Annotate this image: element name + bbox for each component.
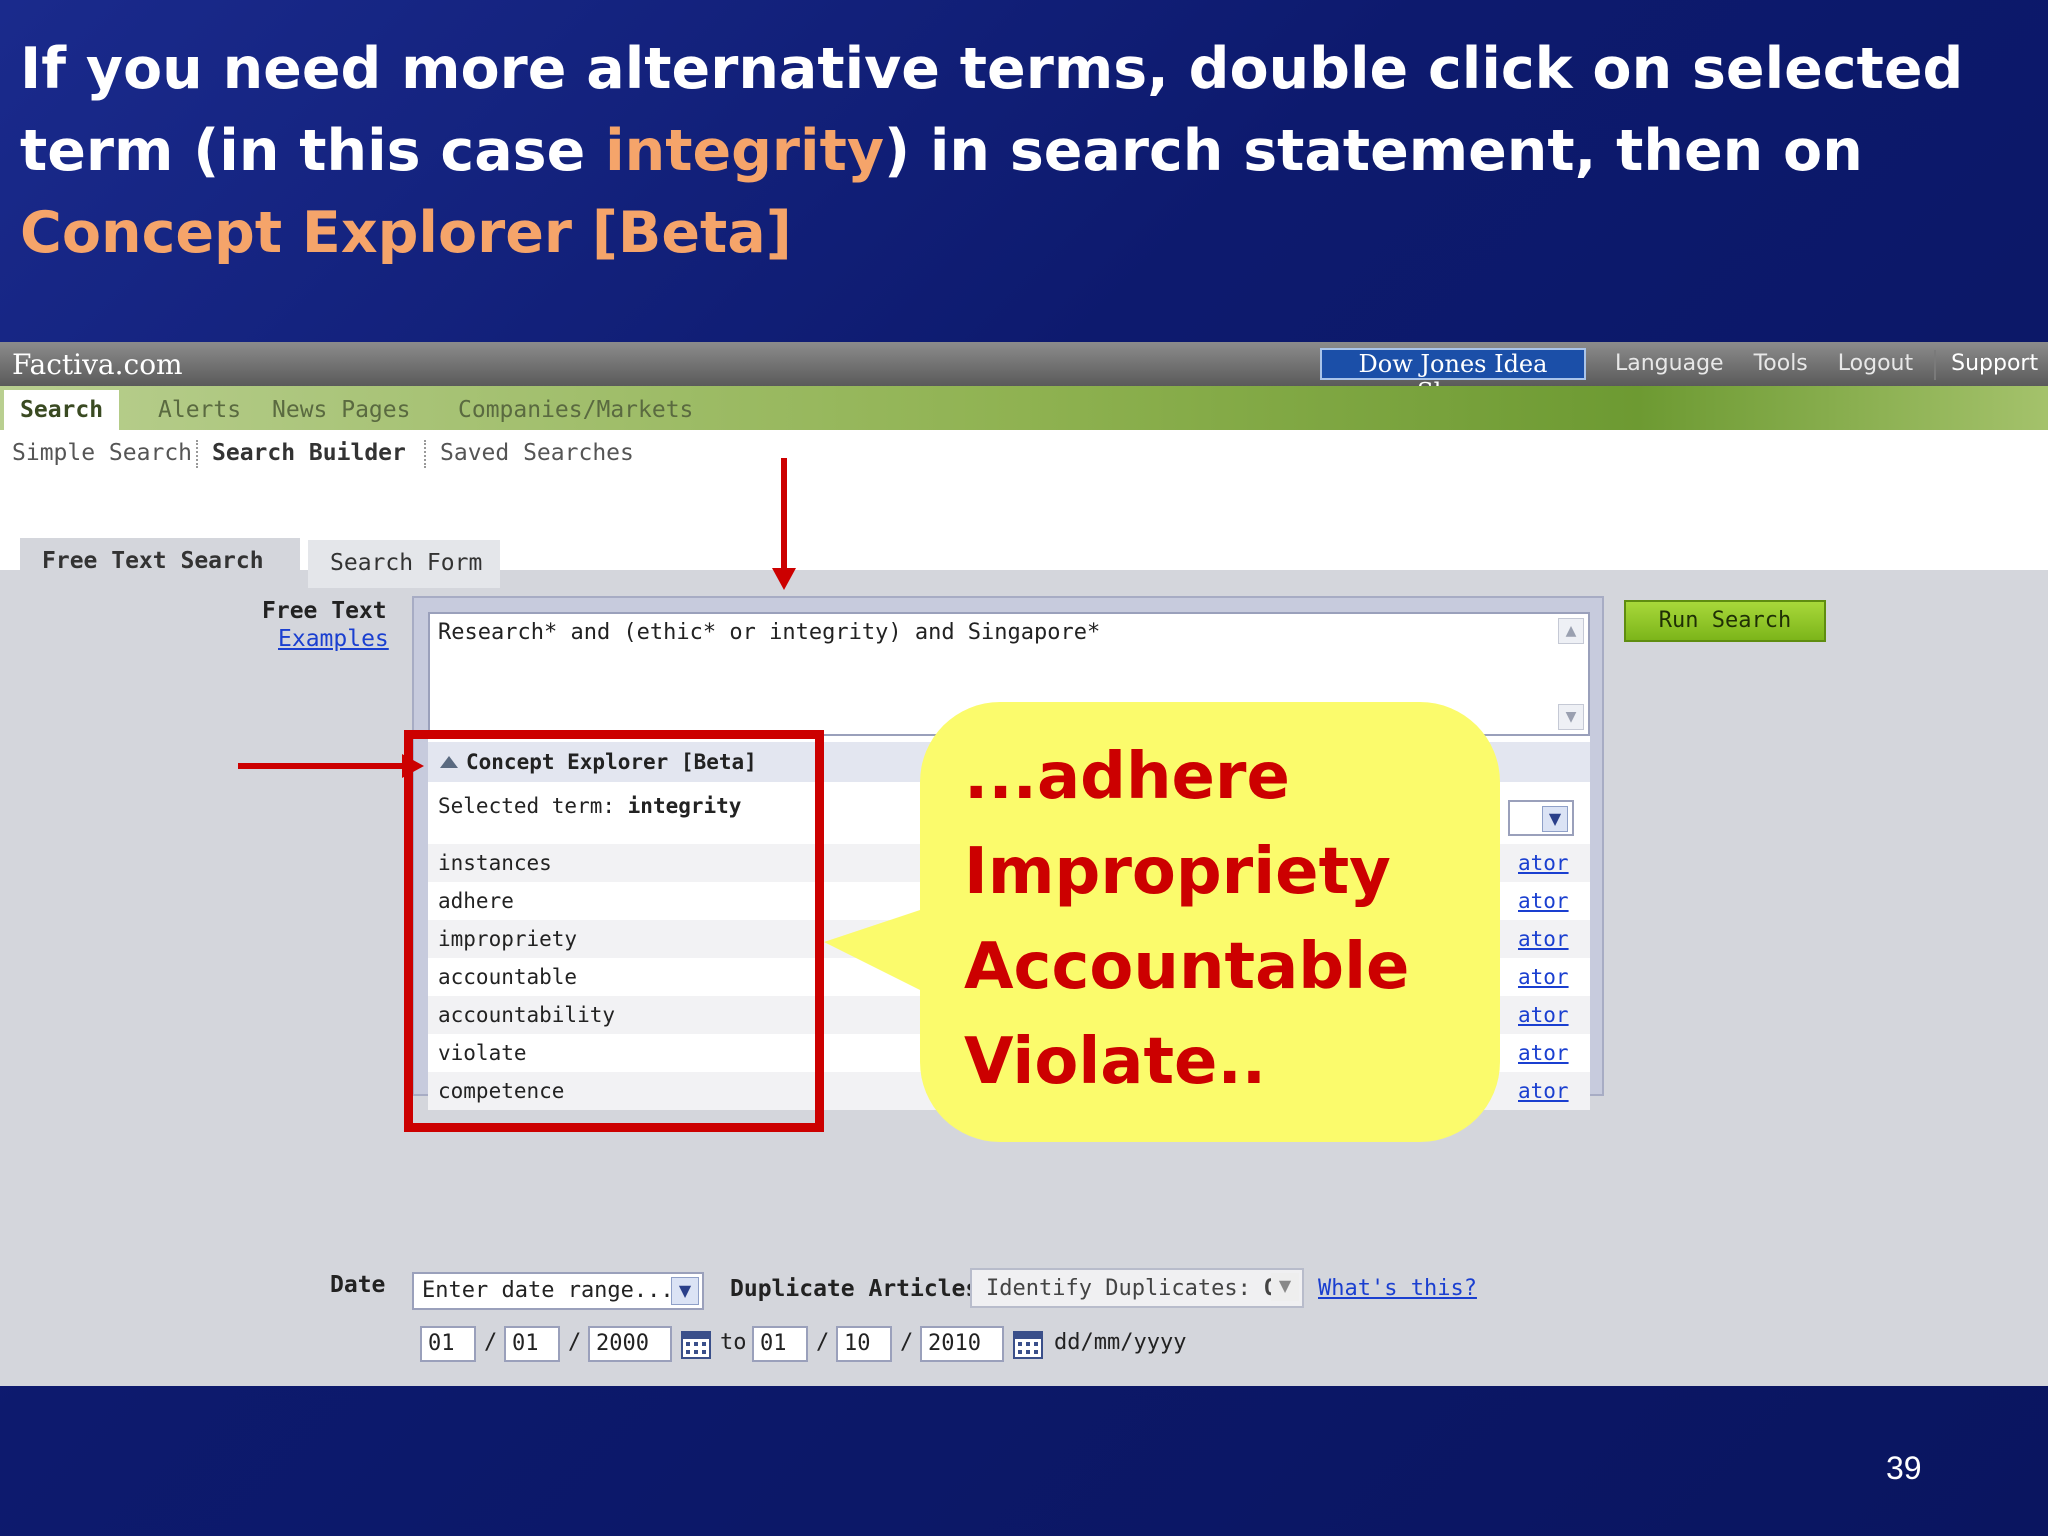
to-month-input[interactable]: 10	[836, 1326, 892, 1362]
language-link[interactable]: Language	[1600, 350, 1739, 380]
calendar-icon[interactable]	[1012, 1328, 1044, 1360]
subnav-search-builder[interactable]: Search Builder	[212, 438, 406, 468]
slide-title: If you need more alternative terms, doub…	[20, 28, 1980, 274]
add-operator-link[interactable]: ator	[1518, 920, 1569, 958]
date-separator: /	[568, 1330, 582, 1355]
factiva-logo: Factiva.com	[12, 348, 183, 381]
operator-dropdown[interactable]: ▼	[1508, 800, 1574, 836]
idea-share-button[interactable]: Dow Jones Idea Share	[1320, 348, 1586, 406]
add-operator-link[interactable]: ator	[1518, 958, 1569, 996]
duplicate-articles-label: Duplicate Articles	[730, 1276, 980, 1302]
sub-nav: Simple Search Search Builder Saved Searc…	[0, 430, 2048, 520]
to-year-input[interactable]: 2010	[920, 1326, 1004, 1362]
add-operator-link[interactable]: ator	[1518, 1034, 1569, 1072]
duplicates-select[interactable]: Identify Duplicates: On ▼	[970, 1268, 1304, 1308]
examples-link[interactable]: Examples	[278, 626, 389, 652]
callout-line: Impropriety	[964, 835, 1391, 909]
duplicates-value: Identify Duplicates: On	[986, 1276, 1291, 1301]
tab-search-form[interactable]: Search Form	[308, 540, 500, 588]
to-day-input[interactable]: 01	[752, 1326, 808, 1362]
top-bar: Factiva.com Dow Jones Idea Share Languag…	[0, 342, 2048, 406]
support-link[interactable]: Support	[1934, 350, 2048, 380]
from-month-input[interactable]: 01	[504, 1326, 560, 1362]
chevron-down-icon[interactable]: ▼	[1542, 806, 1568, 832]
duplicates-prefix: Identify Duplicates:	[986, 1276, 1265, 1301]
subnav-divider	[196, 440, 198, 468]
annotation-highlight-box	[404, 730, 824, 1132]
nav-tab-companies-markets[interactable]: Companies/Markets	[458, 390, 693, 430]
add-operator-link[interactable]: ator	[1518, 844, 1569, 882]
chevron-down-icon[interactable]: ▼	[1271, 1273, 1299, 1301]
tools-link[interactable]: Tools	[1739, 350, 1823, 380]
tab-free-text-search[interactable]: Free Text Search	[20, 538, 300, 588]
date-separator: /	[484, 1330, 498, 1355]
annotation-arrowhead-down	[772, 568, 796, 590]
page-number: 39	[1886, 1450, 1922, 1486]
annotation-arrow-right	[238, 763, 408, 769]
calendar-icon[interactable]	[680, 1328, 712, 1360]
callout-text: ...adhere Impropriety Accountable Violat…	[964, 730, 1484, 1110]
date-separator: /	[900, 1330, 914, 1355]
from-day-input[interactable]: 01	[420, 1326, 476, 1362]
factiva-screen: Factiva.com Dow Jones Idea Share Languag…	[0, 342, 2048, 1386]
date-separator: /	[816, 1330, 830, 1355]
callout-line: Violate..	[964, 1025, 1267, 1099]
add-operator-link[interactable]: ator	[1518, 996, 1569, 1034]
callout-line: Accountable	[964, 930, 1410, 1004]
add-operator-link[interactable]: ator	[1518, 1072, 1569, 1110]
subnav-divider	[424, 440, 426, 468]
main-nav: Search Alerts News Pages Companies/Marke…	[0, 386, 2048, 430]
title-text-2: ) in search statement, then on	[883, 118, 1863, 184]
annotation-arrow-down	[781, 458, 787, 572]
subnav-simple-search[interactable]: Simple Search	[12, 438, 192, 468]
logout-link[interactable]: Logout	[1823, 350, 1928, 380]
scroll-up-icon[interactable]: ▲	[1558, 618, 1584, 644]
free-text-label: Free Text	[262, 598, 387, 624]
nav-tab-alerts[interactable]: Alerts	[158, 390, 241, 430]
nav-tab-search[interactable]: Search	[4, 390, 120, 430]
top-links: Language Tools Logout Support	[1600, 350, 2048, 380]
title-highlight-integrity: integrity	[605, 118, 884, 184]
subnav-saved-searches[interactable]: Saved Searches	[440, 438, 634, 468]
scroll-down-icon[interactable]: ▼	[1558, 704, 1584, 730]
whats-this-link[interactable]: What's this?	[1318, 1276, 1477, 1301]
search-query-text: Research* and (ethic* or integrity) and …	[438, 620, 1101, 645]
date-range-value: Enter date range...	[422, 1278, 674, 1303]
date-to-label: to	[720, 1330, 747, 1355]
title-highlight-concept-explorer: Concept Explorer [Beta]	[20, 200, 792, 266]
from-year-input[interactable]: 2000	[588, 1326, 672, 1362]
run-search-button[interactable]: Run Search	[1624, 600, 1826, 642]
search-tab-row: Free Text Search Search Form	[0, 520, 2048, 588]
date-format-hint: dd/mm/yyyy	[1054, 1330, 1187, 1355]
chevron-down-icon[interactable]: ▼	[671, 1277, 699, 1305]
date-range-select[interactable]: Enter date range... ▼	[412, 1272, 704, 1310]
nav-tab-news-pages[interactable]: News Pages	[272, 390, 410, 430]
callout-line: ...adhere	[964, 740, 1290, 814]
add-operator-link[interactable]: ator	[1518, 882, 1569, 920]
date-label: Date	[330, 1272, 386, 1298]
